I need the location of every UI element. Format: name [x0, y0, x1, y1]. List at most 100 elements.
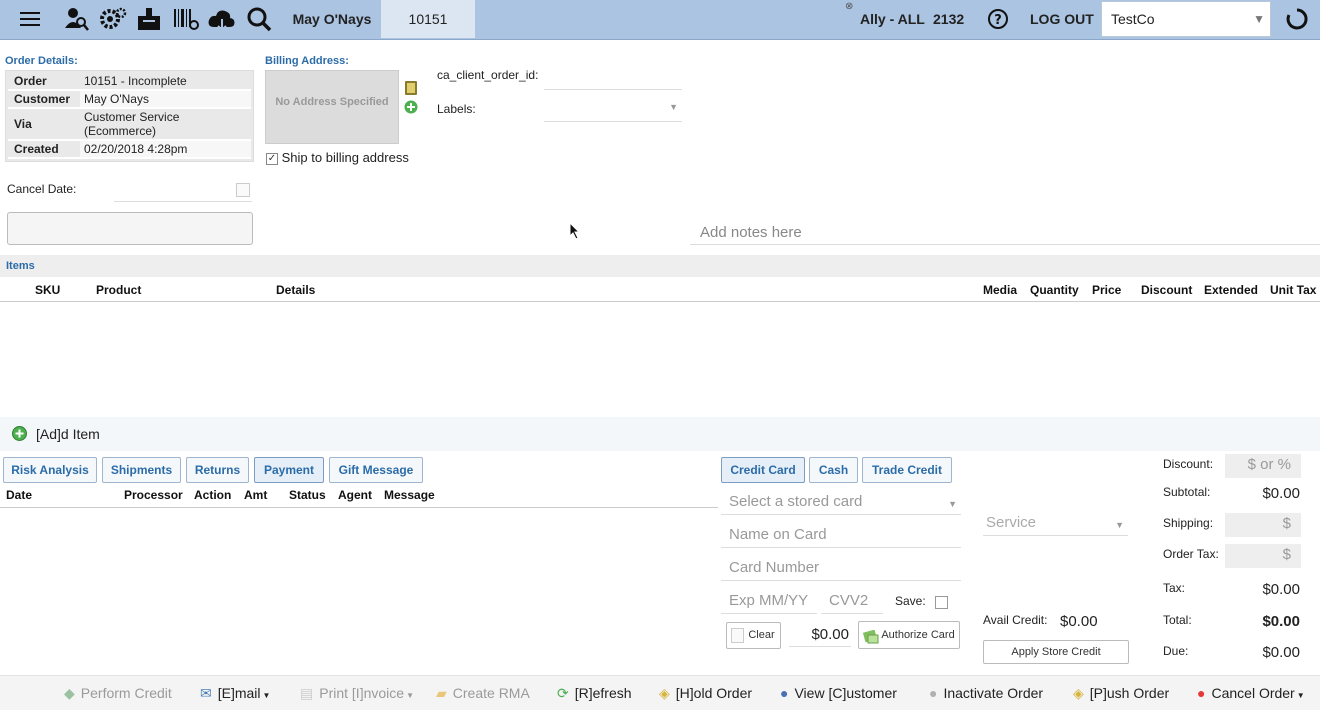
top-bar: May O'Nays 10151 ⊗ Ally - ALL 2132 ? LOG… [0, 0, 1320, 40]
column-action[interactable]: Action [194, 488, 231, 502]
column-price[interactable]: Price [1092, 283, 1121, 297]
save-card-label: Save: [895, 594, 926, 608]
column-processor[interactable]: Processor [124, 488, 183, 502]
authorize-card-button[interactable]: Authorize Card [858, 621, 960, 649]
menu-icon[interactable] [16, 6, 44, 32]
name-on-card-input[interactable]: Name on Card [721, 524, 961, 548]
refresh-arrows-icon: ⟳ [557, 685, 569, 701]
order-details-table: Order 10151 - Incomplete Customer May O'Na… [5, 70, 254, 162]
hold-order-button[interactable]: ◈ [H]old Order [659, 676, 752, 711]
customer-value[interactable]: May O'Nays [80, 91, 251, 107]
tab-shipments[interactable]: Shipments [102, 457, 181, 483]
company-select[interactable]: TestCo ▼ [1101, 1, 1271, 37]
add-address-icon[interactable] [404, 100, 418, 114]
column-status[interactable]: Status [289, 488, 326, 502]
order-note-field[interactable] [7, 212, 253, 245]
shipping-label: Shipping: [1163, 516, 1214, 530]
user-label[interactable]: Ally - ALL [860, 0, 925, 38]
email-button[interactable]: ✉ [E]mail ▼ [200, 676, 270, 711]
via-value: Customer Service (Ecommerce) [80, 109, 251, 139]
box-icon[interactable] [135, 6, 163, 32]
column-message[interactable]: Message [384, 488, 435, 502]
create-rma-button[interactable]: ▰ Create RMA [436, 676, 530, 711]
tab-credit-card[interactable]: Credit Card [721, 457, 805, 483]
order-tab[interactable]: 10151 [381, 0, 475, 38]
order-details-title: Order Details: [5, 55, 78, 67]
folder-icon: ▰ [436, 685, 447, 701]
column-product[interactable]: Product [96, 283, 141, 297]
total-value: $0.00 [1262, 613, 1300, 630]
via-row: Via Customer Service (Ecommerce) [8, 109, 251, 141]
order-tax-input[interactable]: $ [1225, 544, 1301, 568]
save-card-checkbox[interactable] [935, 596, 948, 609]
document-icon: ▤ [300, 685, 314, 701]
tab-gift-message[interactable]: Gift Message [329, 457, 423, 483]
add-item-button[interactable]: [Ad]d Item [36, 426, 100, 442]
barcode-icon[interactable] [172, 6, 200, 32]
tab-trade-credit[interactable]: Trade Credit [862, 457, 952, 483]
refresh-button[interactable]: ⟳ [R]efresh [557, 676, 632, 711]
help-icon[interactable]: ? [984, 6, 1012, 32]
logout-button[interactable]: LOG OUT [1030, 0, 1094, 38]
gear-icon[interactable] [99, 6, 127, 32]
column-quantity[interactable]: Quantity [1030, 283, 1079, 297]
user-search-icon[interactable] [62, 6, 90, 32]
cancel-icon: ● [1197, 685, 1206, 701]
column-details[interactable]: Details [276, 283, 315, 297]
customer-tab[interactable]: May O'Nays [284, 0, 380, 38]
column-sku[interactable]: SKU [35, 283, 60, 297]
create-rma-label: Create RMA [452, 685, 530, 701]
clear-button-label: Clear [748, 629, 775, 641]
push-order-button[interactable]: ◈ [P]ush Order [1073, 676, 1169, 711]
inactivate-order-button[interactable]: ● Inactivate Order [929, 676, 1043, 711]
bottom-action-bar: ◆ Perform Credit ✉ [E]mail ▼ ▤ Print [I]nvoi… [0, 675, 1320, 710]
add-item-icon[interactable] [12, 426, 27, 441]
cvv-input[interactable]: CVV2 [821, 590, 883, 614]
column-unit-tax[interactable]: Unit Tax [1270, 283, 1316, 297]
close-tab-icon[interactable]: ⊗ [845, 1, 853, 12]
exp-input[interactable]: Exp MM/YY [721, 590, 817, 614]
stored-card-select[interactable]: Select a stored card ▼ [721, 491, 961, 515]
cancel-date-input[interactable] [114, 182, 252, 202]
perform-credit-button[interactable]: ◆ Perform Credit [64, 676, 172, 711]
caret-down-icon: ▼ [1296, 691, 1305, 700]
amount-input[interactable]: $0.00 [789, 622, 851, 647]
labels-select[interactable]: ▼ [544, 98, 682, 122]
ship-to-billing-row[interactable]: ✓ Ship to billing address [266, 150, 409, 165]
column-date[interactable]: Date [6, 488, 32, 502]
column-discount[interactable]: Discount [1141, 283, 1192, 297]
calendar-icon[interactable] [236, 183, 250, 197]
print-invoice-button[interactable]: ▤ Print [I]nvoice ▼ [300, 676, 414, 711]
shipping-input[interactable]: $ [1225, 513, 1301, 537]
tab-cash[interactable]: Cash [809, 457, 858, 483]
refresh-icon[interactable] [1283, 6, 1311, 32]
client-order-id-input[interactable] [544, 68, 682, 90]
column-amt[interactable]: Amt [244, 488, 267, 502]
order-row: Order 10151 - Incomplete [8, 73, 251, 91]
tab-payment[interactable]: Payment [254, 457, 324, 483]
view-customer-button[interactable]: ● View [C]ustomer [780, 676, 897, 711]
discount-input[interactable]: $ or % [1225, 454, 1301, 478]
payments-divider [0, 507, 718, 508]
caret-down-icon: ▼ [262, 691, 271, 700]
items-divider [0, 301, 1320, 302]
discount-label: Discount: [1163, 457, 1214, 471]
service-select[interactable]: Service ▼ [983, 512, 1128, 536]
cancel-order-button[interactable]: ● Cancel Order ▼ [1197, 676, 1305, 711]
address-book-icon[interactable] [404, 81, 418, 95]
tab-returns[interactable]: Returns [186, 457, 249, 483]
inactivate-order-label: Inactivate Order [943, 685, 1044, 701]
column-media[interactable]: Media [983, 283, 1017, 297]
column-extended[interactable]: Extended [1204, 283, 1258, 297]
ship-to-billing-checkbox[interactable]: ✓ [266, 152, 278, 165]
card-number-input[interactable]: Card Number [721, 557, 961, 581]
cancel-order-label: Cancel Order [1211, 685, 1295, 701]
service-select-value: Service [986, 514, 1037, 531]
notes-input[interactable]: Add notes here [690, 220, 1320, 245]
cloud-icon[interactable] [207, 6, 235, 32]
apply-store-credit-button[interactable]: Apply Store Credit [983, 640, 1129, 664]
column-agent[interactable]: Agent [338, 488, 372, 502]
search-icon[interactable] [245, 6, 273, 32]
tab-risk-analysis[interactable]: Risk Analysis [3, 457, 97, 483]
clear-button[interactable]: Clear [726, 622, 781, 649]
